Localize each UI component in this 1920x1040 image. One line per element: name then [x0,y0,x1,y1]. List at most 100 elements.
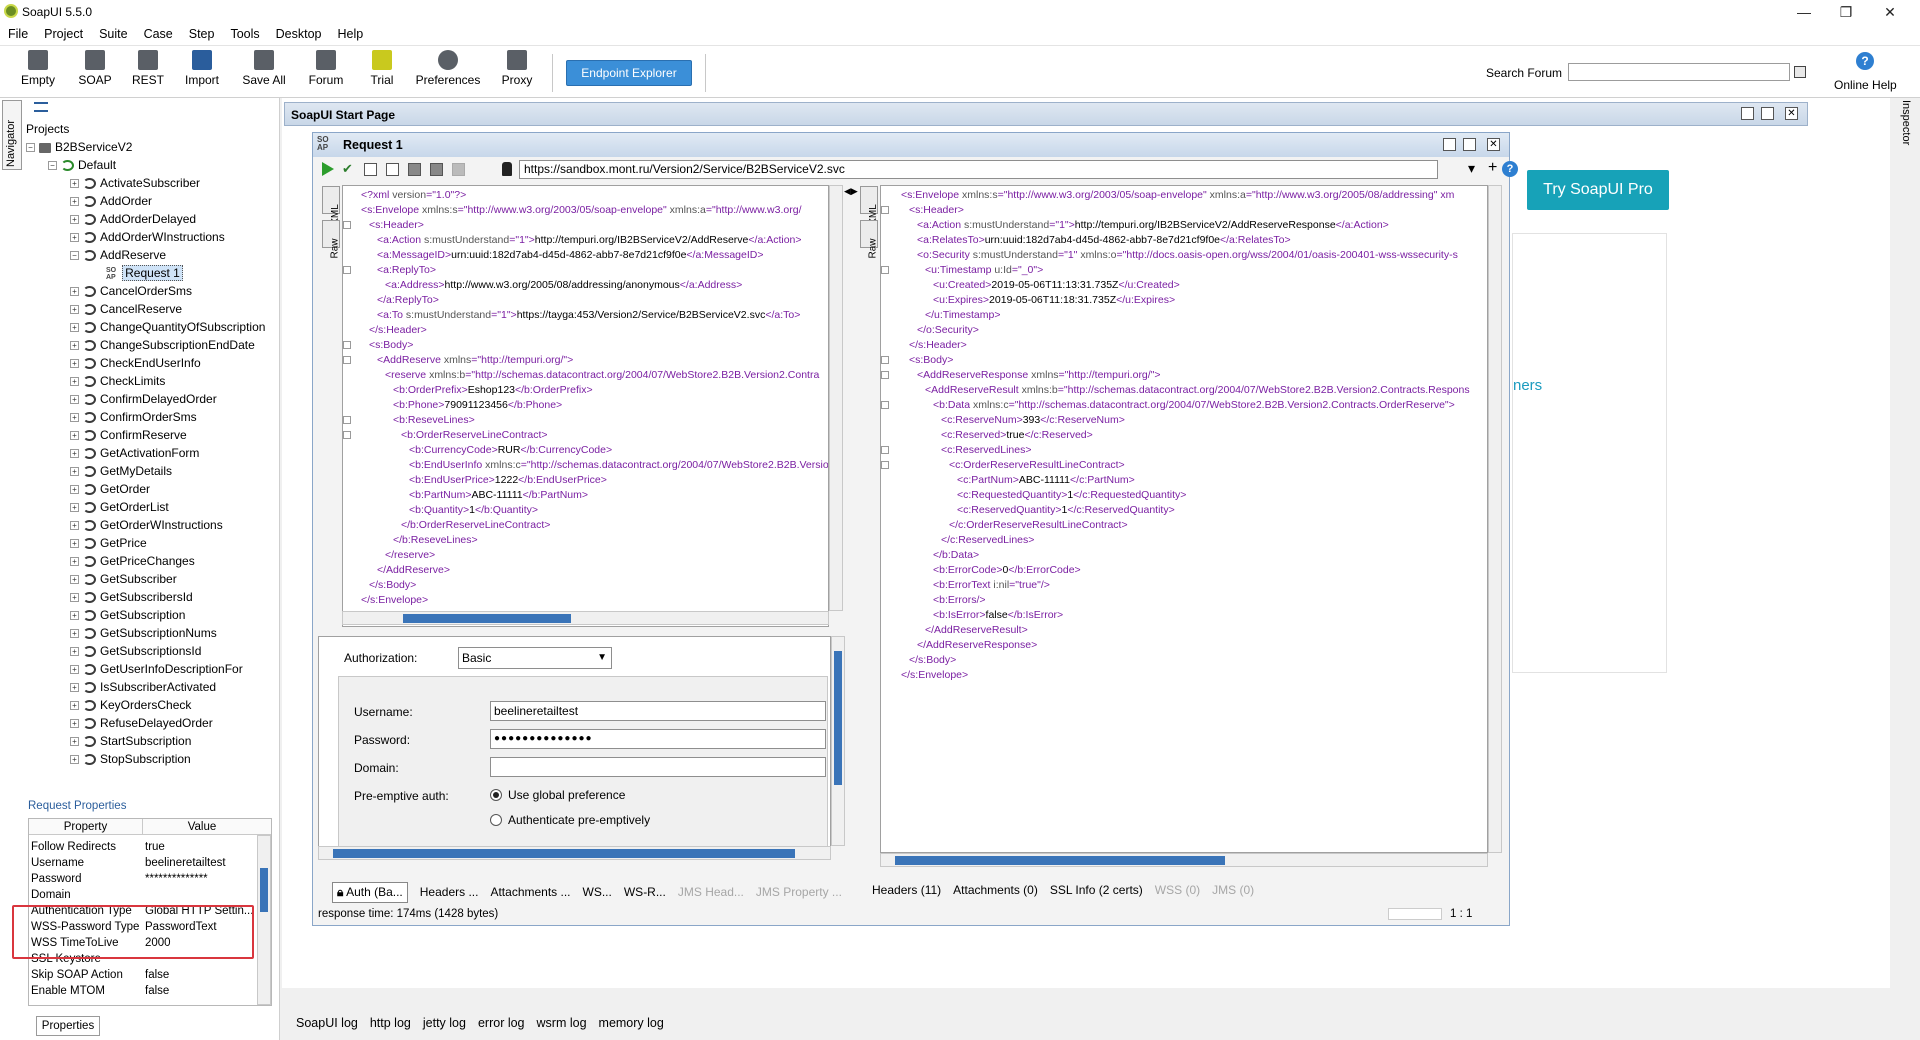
tree-operation[interactable]: + GetOrderWInstructions [26,516,280,534]
response-xml-tab[interactable]: XML [860,186,879,225]
menu-desktop[interactable]: Desktop [268,24,330,41]
add-endpoint-icon[interactable]: + [1488,160,1502,176]
xml-tab[interactable]: XML [322,186,341,225]
tree-operation[interactable]: + GetPriceChanges [26,552,280,570]
tab-jms-property[interactable]: JMS Property ... [756,885,842,899]
property-value[interactable]: ************** [145,871,257,887]
fold-toggle-icon[interactable] [343,266,351,274]
rest-button[interactable]: REST [128,50,168,96]
scroll-thumb[interactable] [895,856,1225,865]
fold-toggle-icon[interactable] [343,356,351,364]
username-field[interactable]: beelineretailtest [490,701,826,721]
tree-operation[interactable]: + GetMyDetails [26,462,280,480]
expand-icon[interactable]: + [70,539,79,549]
minimize-icon[interactable]: — [1784,2,1824,22]
tree-operation[interactable]: + GetActivationForm [26,444,280,462]
tree-operation[interactable]: + ConfirmOrderSms [26,408,280,426]
expand-icon[interactable]: + [70,755,79,765]
fold-toggle-icon[interactable] [881,461,889,469]
tree-operation[interactable]: + CheckLimits [26,372,280,390]
tree-project[interactable]: − B2BServiceV2 [26,138,280,156]
tab-attachments[interactable]: Attachments ... [490,885,570,899]
fold-toggle-icon[interactable] [881,446,889,454]
close-icon[interactable]: ✕ [1870,2,1910,22]
tab-jetty-log[interactable]: jetty log [423,1016,466,1030]
expand-icon[interactable]: + [70,359,79,369]
navigator-tab[interactable]: Navigator [2,100,22,170]
restore-icon[interactable]: ❐ [1826,2,1866,22]
expand-icon[interactable]: + [70,413,79,423]
collapse-icon[interactable]: − [48,161,57,171]
tree-operation[interactable]: + ActivateSubscriber [26,174,280,192]
expand-icon[interactable]: + [70,719,79,729]
tab-soapui-log[interactable]: SoapUI log [296,1016,358,1030]
tree-operation[interactable]: + CheckEndUserInfo [26,354,280,372]
fold-toggle-icon[interactable] [881,401,889,409]
endpoint-url-input[interactable]: https://sandbox.mont.ru/Version2/Service… [519,160,1438,179]
lock-icon[interactable] [502,162,512,176]
tree-operation[interactable]: + StartSubscription [26,732,280,750]
tree-operation[interactable]: + GetPrice [26,534,280,552]
tab-jms[interactable]: JMS (0) [1212,883,1254,897]
preferences-button[interactable]: Preferences [414,50,482,96]
expand-icon[interactable]: + [70,215,79,225]
try-soapui-pro-button[interactable]: Try SoapUI Pro [1527,170,1669,210]
help-icon[interactable]: ? [1502,161,1518,177]
tab-error-log[interactable]: error log [478,1016,525,1030]
tab-response-headers[interactable]: Headers (11) [872,883,941,897]
trial-button[interactable]: Trial [362,50,402,96]
properties-button[interactable]: Properties [36,1016,100,1036]
tab-ws-r[interactable]: WS-R... [624,885,666,899]
expand-icon[interactable]: + [70,701,79,711]
tree-operation[interactable]: + GetSubscription [26,606,280,624]
scroll-thumb[interactable] [333,849,795,858]
radio-preemptive[interactable] [490,814,502,826]
response-xml-vscroll[interactable] [1488,185,1502,853]
tab-jms-headers[interactable]: JMS Head... [678,885,744,899]
expand-icon[interactable]: + [70,611,79,621]
tree-operation[interactable]: + ChangeQuantityOfSubscription [26,318,280,336]
response-xml-hscroll[interactable] [880,853,1488,867]
tree-operation[interactable]: + IsSubscriberActivated [26,678,280,696]
search-forum-input[interactable] [1568,63,1790,81]
response-raw-tab[interactable]: Raw [860,220,879,259]
expand-icon[interactable]: + [70,557,79,567]
minimize-panel-icon[interactable] [1443,138,1456,151]
raw-tab[interactable]: Raw [322,220,341,259]
expand-icon[interactable]: + [70,233,79,243]
expand-icon[interactable]: + [70,305,79,315]
menu-project[interactable]: Project [36,24,91,41]
run-icon[interactable] [322,162,334,176]
tree-operation[interactable]: + CancelReserve [26,300,280,318]
fold-toggle-icon[interactable] [343,416,351,424]
online-help-button[interactable]: Online Help [1834,78,1897,92]
menu-step[interactable]: Step [181,24,223,41]
expand-icon[interactable]: + [70,683,79,693]
expand-icon[interactable]: + [70,449,79,459]
tab-response-attachments[interactable]: Attachments (0) [953,883,1038,897]
tree-operation[interactable]: + GetSubscribersId [26,588,280,606]
expand-icon[interactable]: + [70,287,79,297]
search-icon[interactable] [1794,66,1806,78]
tree-operation[interactable]: + StopSubscription [26,750,280,768]
expand-icon[interactable]: + [70,377,79,387]
properties-scrollbar[interactable] [257,835,271,1005]
help-icon[interactable]: ? [1856,52,1874,70]
tab-headers[interactable]: Headers ... [420,885,479,899]
tree-operation[interactable]: + GetSubscriptionsId [26,642,280,660]
expand-icon[interactable]: + [70,521,79,531]
format-icon[interactable] [364,163,377,176]
tree-operation[interactable]: + ConfirmReserve [26,426,280,444]
request-xml-vscroll[interactable] [829,185,843,611]
close-panel-icon[interactable]: ✕ [1487,138,1500,151]
expand-icon[interactable]: + [70,395,79,405]
expand-icon[interactable]: + [70,467,79,477]
request-xml-hscroll[interactable] [342,611,829,625]
forum-button[interactable]: Forum [306,50,346,96]
collapse-icon[interactable]: − [70,251,79,261]
fold-toggle-icon[interactable] [881,266,889,274]
tree-operation[interactable]: + GetSubscriptionNums [26,624,280,642]
tree-operation[interactable]: + GetOrderList [26,498,280,516]
tree-operation[interactable]: + AddOrderDelayed [26,210,280,228]
fold-toggle-icon[interactable] [881,356,889,364]
